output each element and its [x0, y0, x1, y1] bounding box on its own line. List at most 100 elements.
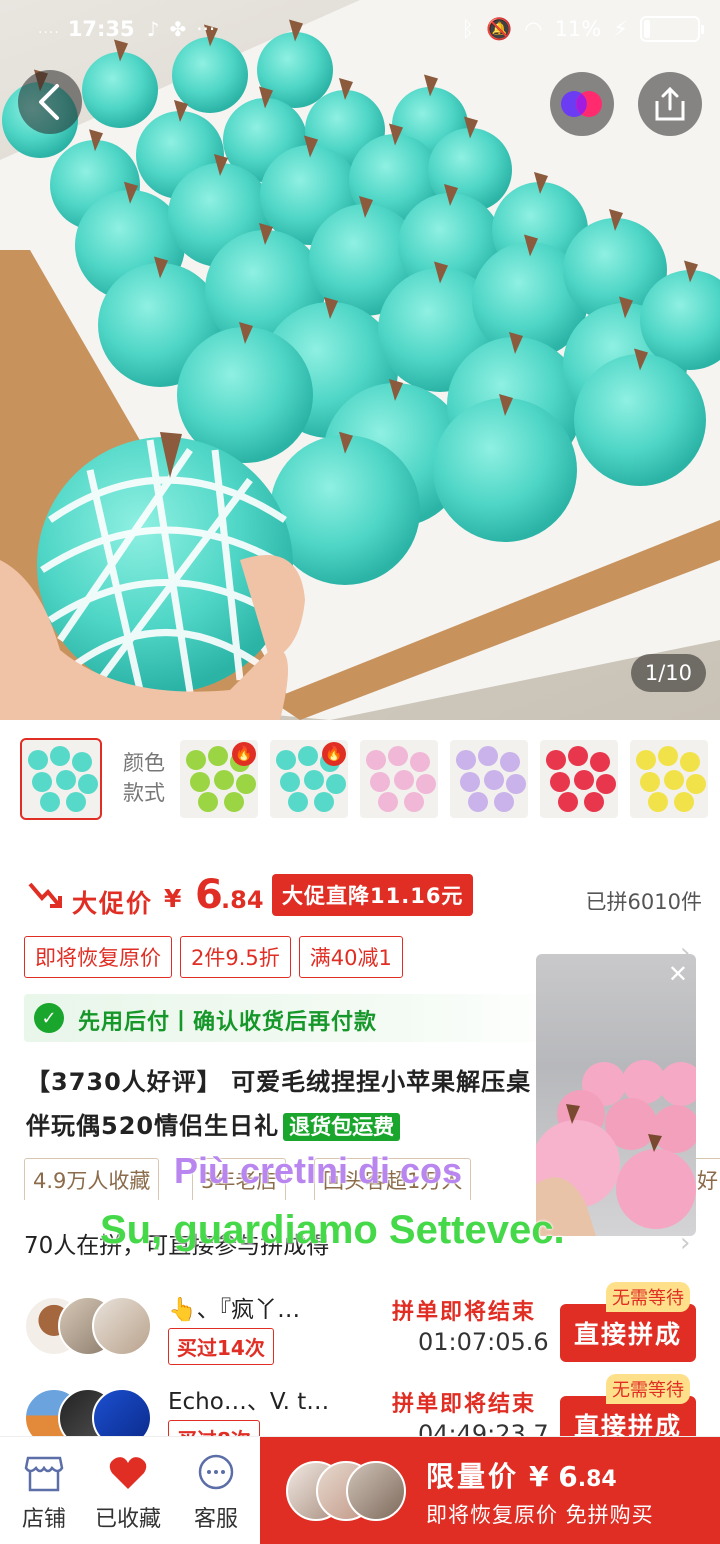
status-bar: .... 17:35 ♪ ✤ ··· ᛒ 🔕 ◠ 11% ⚡	[0, 0, 720, 58]
plush-apple	[574, 354, 706, 486]
thumbnail-3[interactable]: 🔥	[270, 740, 348, 818]
store-button[interactable]: 店铺	[4, 1451, 84, 1533]
thumbnail-apple	[484, 770, 504, 790]
thumbnail-apple	[208, 746, 228, 766]
video-mix-button[interactable]	[550, 72, 614, 136]
thumbnail-apple	[674, 792, 694, 812]
thumbnail-apple	[298, 746, 318, 766]
limited-price-label: 限量价	[426, 1460, 520, 1493]
store-icon	[24, 1456, 64, 1492]
thumbnail-apple	[456, 750, 476, 770]
limited-price-decimal: .84	[577, 1467, 617, 1492]
price-integer: 6	[195, 872, 223, 918]
buy-subtitle: 即将恢复原价 免拼购买	[426, 1503, 654, 1527]
product-title: 【3730人好评】 可爱毛绒捏捏小苹果解压桌伴玩偶520情侣生日礼 退货包运费	[26, 1060, 534, 1149]
thumbnail-apple	[468, 792, 488, 812]
bluetooth-icon: ᛒ	[461, 17, 475, 41]
mute-icon: 🔕	[486, 16, 513, 41]
thumbnail-apple	[494, 792, 514, 812]
limited-price-currency: ¥	[529, 1460, 549, 1493]
avatar	[92, 1296, 152, 1356]
thumbnail-apple	[198, 792, 218, 812]
chevron-left-icon	[39, 84, 59, 120]
thumbnail-apple	[500, 752, 520, 772]
image-counter: 1/10	[630, 654, 706, 692]
thumbnail-apple	[584, 792, 604, 812]
thumbnail-apple	[648, 792, 668, 812]
color-thumbnails: 颜色款式 🔥 🔥	[20, 738, 712, 820]
sold-count: 已拼6010件	[585, 890, 702, 914]
promo-tags: 即将恢复原价 2件9.5折 满40减1	[24, 936, 403, 978]
color-style-label[interactable]: 颜色款式	[118, 748, 170, 808]
favorited-label: 已收藏	[94, 1507, 161, 1532]
thumbnail-apple	[636, 750, 656, 770]
thumbnail-apple	[460, 772, 480, 792]
favorites-tag[interactable]: 4.9万人收藏	[24, 1158, 160, 1200]
thumbnail-apple	[550, 772, 570, 792]
thumbnail-apple	[326, 774, 346, 794]
thumbnail-apple	[280, 772, 300, 792]
hot-flame-icon: 🔥	[232, 742, 256, 766]
share-button[interactable]	[638, 72, 702, 136]
thumbnail-apple	[568, 746, 588, 766]
customer-service-button[interactable]: 客服	[176, 1451, 256, 1533]
thumbnail-apple	[640, 772, 660, 792]
share-icon	[655, 86, 685, 121]
thumbnail-7[interactable]	[630, 740, 708, 818]
price-decimal: .84	[221, 886, 264, 914]
group-leader-name: Echo…、V. t…	[168, 1389, 330, 1415]
thumbnail-apple	[288, 792, 308, 812]
bought-count-badge: 买过14次	[168, 1328, 274, 1365]
product-hero-image[interactable]: .... 17:35 ♪ ✤ ··· ᛒ 🔕 ◠ 11% ⚡ 1/10	[0, 0, 720, 720]
thumbnail-apple	[56, 770, 76, 790]
promo-tag[interactable]: 即将恢复原价	[24, 936, 172, 978]
bottom-action-bar: 店铺 已收藏 客服 限量价 ¥ 6.84 即将恢复原价 免拼购买	[0, 1436, 720, 1544]
heart-icon	[109, 1457, 147, 1489]
tiktok-icon: ♪	[146, 17, 160, 41]
thumbnail-apple	[72, 752, 92, 772]
thumbnail-apple	[378, 792, 398, 812]
thumbnail-2[interactable]: 🔥	[180, 740, 258, 818]
thumbnail-4[interactable]	[360, 740, 438, 818]
favorite-button[interactable]: 已收藏	[88, 1451, 168, 1533]
thumbnail-apple	[276, 750, 296, 770]
buy-now-button[interactable]: 限量价 ¥ 6.84 即将恢复原价 免拼购买	[260, 1437, 720, 1544]
no-wait-badge: 无需等待	[606, 1282, 690, 1312]
store-label: 店铺	[21, 1507, 66, 1532]
thumbnail-apple	[416, 774, 436, 794]
battery-icon	[640, 16, 704, 42]
charging-icon: ⚡	[613, 17, 628, 41]
thumbnail-6[interactable]	[540, 740, 618, 818]
thumbnail-apple	[32, 772, 52, 792]
thumbnail-apple	[506, 774, 526, 794]
floating-video-player[interactable]: ✕	[536, 954, 696, 1236]
service-label: 客服	[193, 1507, 238, 1532]
overlay-subtitle-2: Su, guardiamo Settevec.	[100, 1208, 565, 1252]
promo-tag[interactable]: 满40减1	[298, 936, 403, 978]
thumbnail-apple	[686, 774, 706, 794]
pay-later-bar[interactable]: ✓ 先用后付丨确认收货后再付款	[24, 994, 564, 1042]
thumbnail-apple	[304, 770, 324, 790]
promo-tag[interactable]: 2件9.5折	[180, 936, 291, 978]
group-leader-name: 👆、『疯丫…	[168, 1297, 301, 1323]
no-wait-badge: 无需等待	[606, 1374, 690, 1404]
group-ending-label: 拼单即将结束	[392, 1300, 537, 1325]
thumbnail-5[interactable]	[450, 740, 528, 818]
plush-apple	[433, 398, 577, 542]
thumbnail-apple	[394, 770, 414, 790]
close-icon[interactable]: ✕	[668, 960, 688, 988]
thumbnail-1[interactable]	[20, 738, 102, 820]
buyer-avatars	[286, 1461, 406, 1521]
thumbnail-apple	[224, 792, 244, 812]
thumbnail-apple	[558, 792, 578, 812]
back-button[interactable]	[18, 70, 82, 134]
thumbnail-apple	[404, 792, 424, 812]
thumbnail-apple	[190, 772, 210, 792]
pay-later-icon: ✓	[34, 1003, 64, 1033]
free-return-badge: 退货包运费	[283, 1113, 401, 1141]
promo-price-label: 大促价	[72, 889, 154, 918]
join-group-button[interactable]: 直接拼成	[560, 1304, 696, 1362]
limited-price-integer: 6	[558, 1460, 578, 1493]
thumbnail-apple	[658, 746, 678, 766]
thumbnail-apple	[50, 746, 70, 766]
